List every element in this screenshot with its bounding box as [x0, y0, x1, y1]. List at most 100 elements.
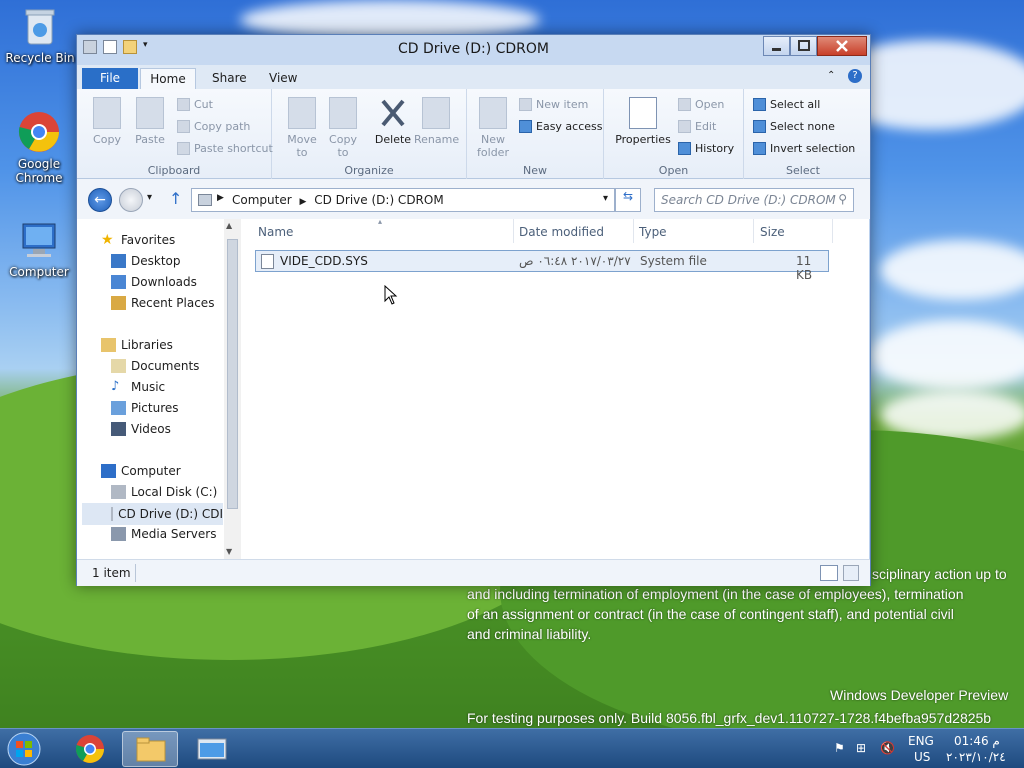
nav-favorites[interactable]: ★ Favorites: [101, 233, 175, 247]
desktop-icon-google-chrome[interactable]: Google Chrome: [2, 110, 76, 185]
nav-libraries[interactable]: Libraries: [101, 338, 173, 352]
table-row[interactable]: VIDE_CDD.SYS ٢٠١٧/٠٣/٢٧ ٠٦:٤٨ ص System f…: [255, 250, 829, 282]
start-button[interactable]: [4, 731, 44, 767]
invert-selection-button[interactable]: Invert selection: [753, 142, 855, 155]
nav-desktop[interactable]: Desktop: [111, 254, 181, 268]
nav-computer[interactable]: Computer: [101, 464, 181, 478]
taskbar-file-explorer[interactable]: [122, 731, 178, 767]
title-bar[interactable]: ▾ CD Drive (D:) CDROM: [77, 35, 870, 65]
select-none-button[interactable]: Select none: [753, 120, 835, 133]
rename-button[interactable]: Rename: [414, 97, 459, 146]
nav-pictures[interactable]: Pictures: [111, 401, 179, 415]
tab-file[interactable]: File: [82, 68, 138, 89]
nav-music[interactable]: ♪ Music: [111, 380, 165, 395]
media-servers-icon: [111, 527, 126, 541]
clock-time[interactable]: 01:46 م: [954, 734, 1000, 748]
column-header-date[interactable]: Date modified: [519, 225, 604, 239]
paste-icon: [136, 97, 164, 129]
column-divider[interactable]: [753, 219, 754, 243]
volume-muted-icon[interactable]: 🔇: [880, 741, 895, 755]
paste-shortcut-button[interactable]: Paste shortcut: [177, 142, 273, 155]
select-all-button[interactable]: Select all: [753, 98, 820, 111]
large-icons-view-icon[interactable]: [843, 565, 859, 581]
group-label: New: [523, 164, 547, 177]
watermark-line: and including termination of employment …: [467, 586, 964, 602]
network-icon[interactable]: ⊞: [856, 741, 866, 755]
tab-home[interactable]: Home: [140, 68, 196, 89]
cut-button[interactable]: Cut: [177, 98, 213, 111]
copy-button[interactable]: Copy: [89, 97, 125, 146]
column-divider[interactable]: [513, 219, 514, 243]
input-region[interactable]: US: [914, 750, 930, 764]
copy-path-icon: [177, 120, 190, 133]
history-button[interactable]: History: [678, 142, 734, 155]
maximize-button[interactable]: [790, 36, 817, 56]
breadcrumb-computer[interactable]: Computer: [232, 193, 292, 207]
disk-icon: [111, 485, 126, 499]
action-center-flag-icon[interactable]: ⚑: [834, 741, 845, 755]
scroll-down-icon[interactable]: ▼: [226, 547, 232, 556]
nav-scrollbar-thumb[interactable]: [227, 239, 238, 509]
column-header-type[interactable]: Type: [639, 225, 667, 239]
tab-view[interactable]: View: [257, 68, 309, 89]
taskbar-control-panel[interactable]: [184, 731, 240, 767]
clock-date[interactable]: ٢٠٢٣/١٠/٢٤: [946, 750, 1006, 764]
search-input[interactable]: Search CD Drive (D:) CDROM ⚲: [654, 188, 854, 212]
copy-to-icon: [329, 97, 357, 129]
rename-icon: [422, 97, 450, 129]
address-bar[interactable]: ▶ Computer ▶ CD Drive (D:) CDROM ▾: [191, 188, 615, 212]
move-to-button[interactable]: Move to: [284, 97, 320, 159]
details-view-icon[interactable]: [820, 565, 838, 581]
properties-button[interactable]: Properties: [615, 97, 671, 146]
new-group: New folder New item Easy access New: [467, 89, 604, 179]
paste-button[interactable]: Paste: [132, 97, 168, 146]
downloads-icon: [111, 275, 126, 289]
computer-icon: [101, 464, 116, 478]
edit-button[interactable]: Edit: [678, 120, 716, 133]
new-folder-button[interactable]: New folder: [475, 97, 511, 159]
close-button[interactable]: [817, 36, 867, 56]
nav-media-servers[interactable]: Media Servers: [111, 527, 216, 541]
back-button[interactable]: ←: [88, 188, 112, 212]
item-count: 1 item: [92, 566, 131, 580]
copy-path-button[interactable]: Copy path: [177, 120, 250, 133]
open-button[interactable]: Open: [678, 98, 724, 111]
edit-icon: [678, 120, 691, 133]
new-item-button[interactable]: New item: [519, 98, 588, 111]
nav-cd-drive[interactable]: CD Drive (D:) CDI: [82, 503, 223, 525]
tab-share[interactable]: Share: [200, 68, 259, 89]
search-icon: ⚲: [838, 192, 847, 206]
ribbon-tabs: File Home Share View ⌃ ?: [77, 65, 870, 89]
scissors-icon: [177, 98, 190, 111]
nav-videos[interactable]: Videos: [111, 422, 171, 436]
column-header-name[interactable]: Name: [258, 225, 293, 239]
nav-local-disk[interactable]: Local Disk (C:): [111, 485, 217, 499]
refresh-button[interactable]: ⇆: [615, 188, 641, 212]
forward-button[interactable]: [119, 188, 143, 212]
taskbar-chrome[interactable]: [62, 731, 118, 767]
input-language[interactable]: ENG: [908, 734, 934, 748]
desktop-icon-recycle-bin[interactable]: Recycle Bin: [3, 4, 77, 65]
column-divider[interactable]: [633, 219, 634, 243]
column-header-size[interactable]: Size: [760, 225, 785, 239]
open-group: Properties Open Edit History Open: [604, 89, 744, 179]
recent-locations-chevron-icon[interactable]: ▾: [147, 192, 152, 203]
copy-to-button[interactable]: Copy to: [325, 97, 361, 159]
address-dropdown-icon[interactable]: ▾: [603, 193, 608, 204]
minimize-button[interactable]: [763, 36, 790, 56]
scroll-up-icon[interactable]: ▲: [226, 221, 232, 230]
breadcrumb-cd-drive[interactable]: CD Drive (D:) CDROM: [314, 193, 443, 207]
easy-access-icon: [519, 120, 532, 133]
up-arrow-icon[interactable]: ↑: [169, 189, 182, 208]
minimize-ribbon-icon[interactable]: ⌃: [827, 70, 835, 81]
nav-downloads[interactable]: Downloads: [111, 275, 197, 289]
file-list-pane: ▴ Name Date modified Type Size VIDE_CDD.…: [242, 217, 869, 559]
delete-button[interactable]: Delete: [372, 97, 414, 146]
desktop-icon-computer[interactable]: Computer: [2, 218, 76, 279]
nav-documents[interactable]: Documents: [111, 359, 199, 373]
easy-access-button[interactable]: Easy access: [519, 120, 603, 133]
help-icon[interactable]: ?: [848, 69, 862, 83]
nav-recent-places[interactable]: Recent Places: [111, 296, 214, 310]
file-date: ٢٠١٧/٠٣/٢٧ ٠٦:٤٨ ص: [519, 254, 631, 268]
column-divider[interactable]: [832, 219, 833, 243]
